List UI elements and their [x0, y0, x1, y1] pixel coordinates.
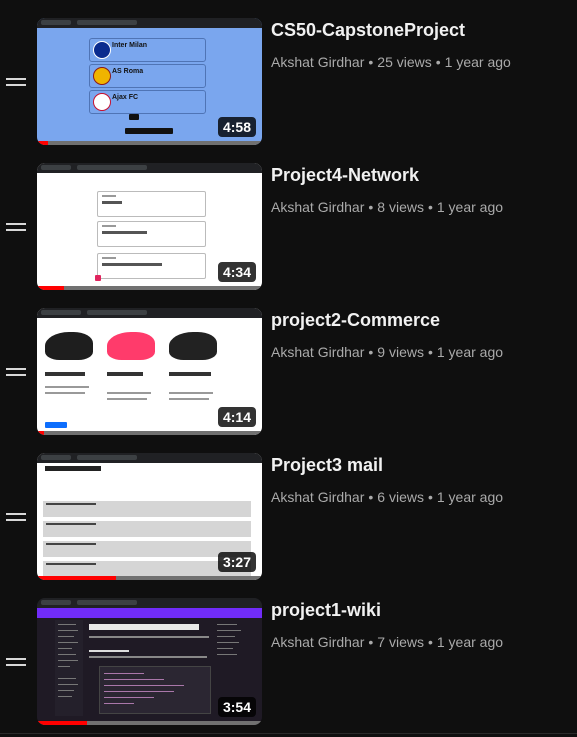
video-meta: Akshat Girdhar • 6 views • 1 year ago — [271, 489, 504, 505]
duration-badge: 3:54 — [217, 697, 256, 717]
playlist-item[interactable]: 3:27 Project3 mail Akshat Girdhar • 6 view… — [0, 435, 577, 580]
drag-handle-icon[interactable] — [6, 658, 26, 668]
channel-name[interactable]: Akshat Girdhar — [271, 489, 364, 505]
view-count: 9 views — [377, 344, 424, 360]
browser-bar — [37, 598, 262, 608]
video-meta: Akshat Girdhar • 8 views • 1 year ago — [271, 199, 504, 215]
video-title[interactable]: project2-Commerce — [271, 310, 571, 331]
view-count: 8 views — [377, 199, 424, 215]
docs-toc — [217, 624, 247, 694]
channel-name[interactable]: Akshat Girdhar — [271, 344, 364, 360]
upload-age: 1 year ago — [436, 634, 504, 650]
channel-name[interactable]: Akshat Girdhar — [271, 199, 364, 215]
code-block — [99, 666, 211, 714]
duration-badge: 4:34 — [217, 262, 256, 282]
docs-sidebar — [55, 620, 83, 716]
playlist: Inter Milan AS Roma Ajax FC 4:58 CS50-Ca… — [0, 0, 577, 737]
watch-progress — [37, 721, 87, 725]
video-meta: Akshat Girdhar • 7 views • 1 year ago — [271, 634, 504, 650]
docs-heading — [89, 624, 199, 630]
video-thumbnail[interactable]: 4:34 — [37, 163, 262, 290]
view-count: 6 views — [377, 489, 424, 505]
team-card: Ajax FC — [89, 90, 206, 114]
video-title[interactable]: CS50-CapstoneProject — [271, 20, 571, 41]
video-thumbnail[interactable]: 3:27 — [37, 453, 262, 580]
browser-bar — [37, 453, 262, 463]
team-name: AS Roma — [112, 68, 144, 75]
video-thumbnail[interactable]: 4:14 — [37, 308, 262, 435]
thumb-button — [129, 114, 139, 120]
email-row — [43, 501, 251, 517]
team-name: Inter Milan — [112, 42, 148, 49]
browser-bar — [37, 18, 262, 28]
watchlist-button — [45, 422, 67, 428]
video-title[interactable]: Project4-Network — [271, 165, 571, 186]
post-card — [97, 253, 206, 279]
view-count: 7 views — [377, 634, 424, 650]
site-navbar — [37, 608, 262, 618]
drag-handle-icon[interactable] — [6, 368, 26, 378]
duration-badge: 3:27 — [217, 552, 256, 572]
upload-age: 1 year ago — [444, 54, 511, 70]
listing-card — [165, 322, 217, 427]
drag-handle-icon[interactable] — [6, 78, 26, 88]
video-thumbnail[interactable]: Inter Milan AS Roma Ajax FC 4:58 — [37, 18, 262, 145]
email-row — [43, 521, 251, 537]
video-meta: Akshat Girdhar • 9 views • 1 year ago — [271, 344, 504, 360]
browser-bar — [37, 308, 262, 318]
upload-age: 1 year ago — [436, 344, 504, 360]
view-count: 25 views — [377, 54, 432, 70]
team-card: Inter Milan — [89, 38, 206, 62]
drag-handle-icon[interactable] — [6, 513, 26, 523]
account-heading — [45, 466, 101, 471]
upload-age: 1 year ago — [436, 199, 504, 215]
duration-badge: 4:58 — [217, 117, 256, 137]
browser-bar — [37, 163, 262, 173]
duration-badge: 4:14 — [217, 407, 256, 427]
video-thumbnail[interactable]: 3:54 — [37, 598, 262, 725]
team-name: Ajax FC — [112, 94, 139, 101]
listing-card — [41, 322, 93, 428]
thumb-button — [125, 128, 173, 134]
post-card — [97, 221, 206, 247]
drag-handle-icon[interactable] — [6, 223, 26, 233]
video-title[interactable]: project1-wiki — [271, 600, 571, 621]
video-meta: Akshat Girdhar • 25 views • 1 year ago — [271, 54, 511, 70]
listing-card — [103, 322, 155, 427]
playlist-item[interactable]: 4:14 project2-Commerce Akshat Girdhar • 9 … — [0, 290, 577, 435]
channel-name[interactable]: Akshat Girdhar — [271, 54, 364, 70]
upload-age: 1 year ago — [436, 489, 504, 505]
playlist-item[interactable]: 4:34 Project4-Network Akshat Girdhar • 8 v… — [0, 145, 577, 290]
post-card — [97, 191, 206, 217]
playlist-item[interactable]: 3:54 project1-wiki Akshat Girdhar • 7 view… — [0, 580, 577, 725]
video-title[interactable]: Project3 mail — [271, 455, 571, 476]
like-icon — [95, 275, 101, 281]
channel-name[interactable]: Akshat Girdhar — [271, 634, 364, 650]
team-card: AS Roma — [89, 64, 206, 88]
playlist-item[interactable]: Inter Milan AS Roma Ajax FC 4:58 CS50-Ca… — [0, 0, 577, 145]
divider — [0, 733, 577, 734]
